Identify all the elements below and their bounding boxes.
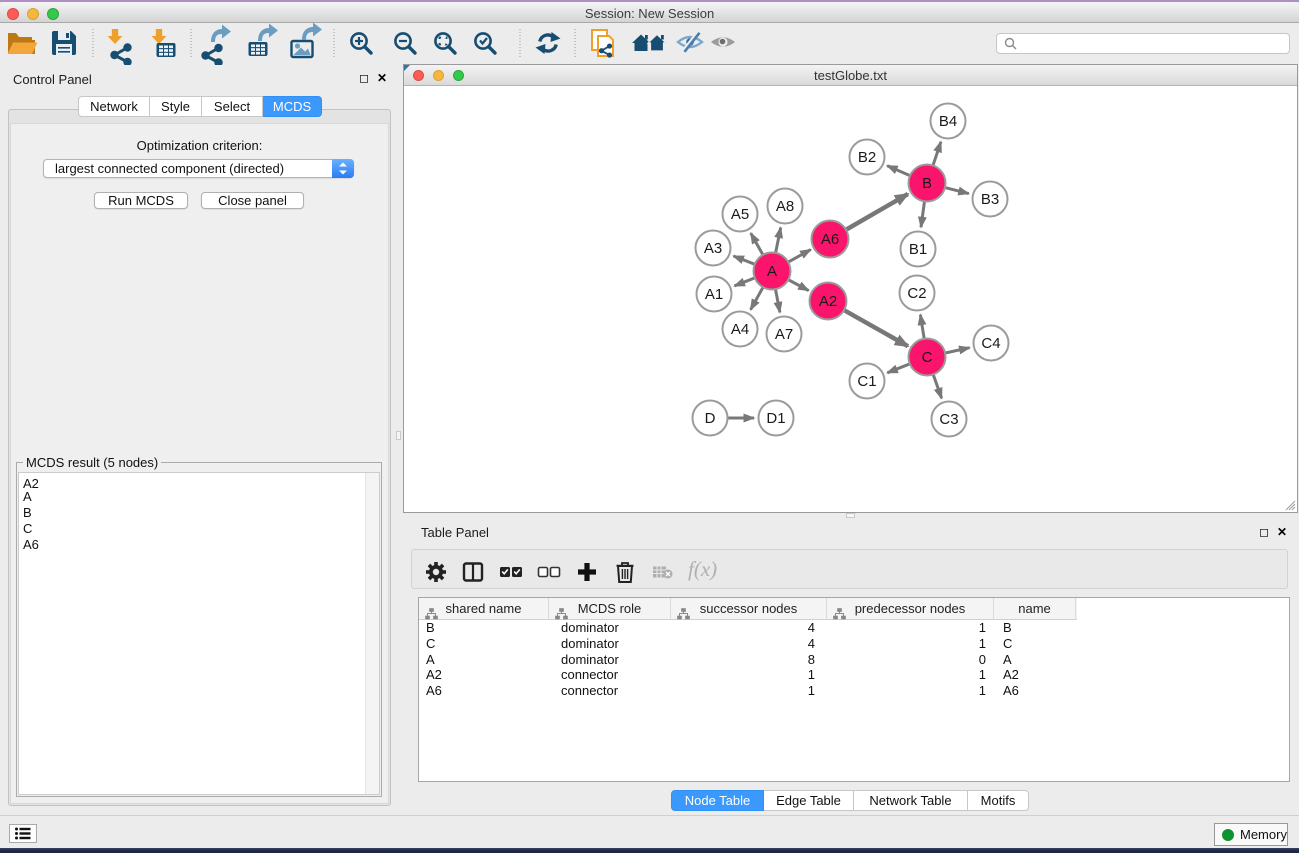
svg-text:A: A	[767, 263, 777, 280]
svg-text:C3: C3	[939, 411, 958, 428]
svg-text:D: D	[705, 410, 716, 427]
svg-text:A7: A7	[775, 326, 793, 343]
svg-text:B: B	[922, 175, 932, 192]
svg-text:A5: A5	[731, 206, 749, 223]
svg-text:B3: B3	[981, 191, 999, 208]
svg-text:C1: C1	[857, 373, 876, 390]
svg-text:B4: B4	[939, 113, 957, 130]
svg-text:B2: B2	[858, 149, 876, 166]
svg-text:D1: D1	[766, 410, 785, 427]
svg-text:C4: C4	[981, 335, 1000, 352]
svg-text:A6: A6	[821, 231, 839, 248]
svg-text:A3: A3	[704, 240, 722, 257]
svg-text:A2: A2	[819, 293, 837, 310]
svg-text:C: C	[922, 349, 933, 366]
svg-text:C2: C2	[907, 285, 926, 302]
svg-text:A8: A8	[776, 198, 794, 215]
svg-text:B1: B1	[909, 241, 927, 258]
svg-text:A4: A4	[731, 321, 749, 338]
svg-text:A1: A1	[705, 286, 723, 303]
